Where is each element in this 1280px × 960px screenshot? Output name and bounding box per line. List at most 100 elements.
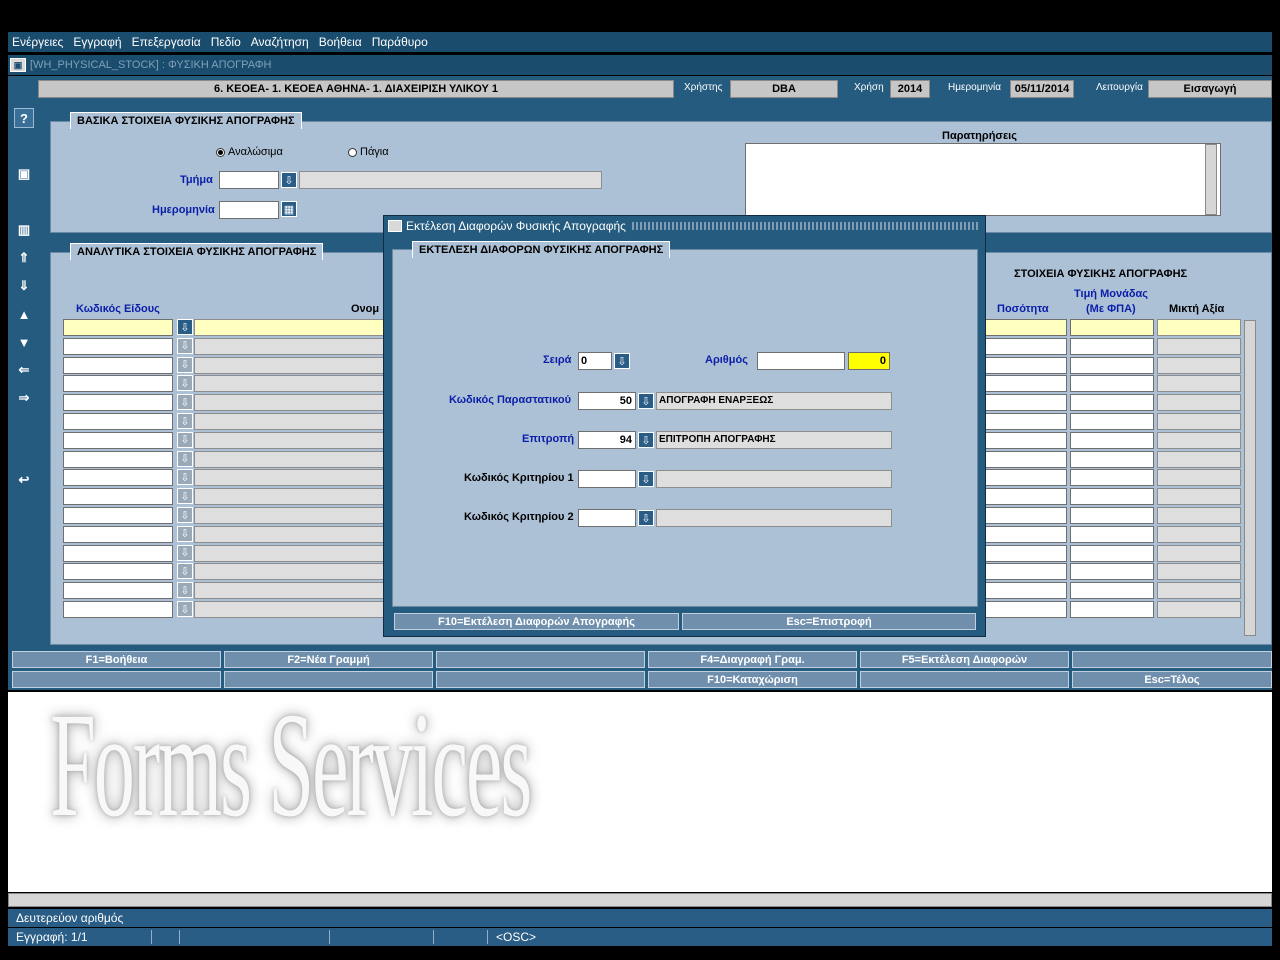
item-code-cell[interactable] [63,507,173,524]
item-lov-icon[interactable]: ⇩ [177,507,193,523]
menu-window[interactable]: Παράθυρο [372,35,428,49]
item-code-cell[interactable] [63,469,173,487]
exit-icon[interactable]: ↩ [14,470,34,490]
item-lov-icon[interactable]: ⇩ [177,488,193,505]
menu-query[interactable]: Αναζήτηση [251,35,309,49]
item-lov-icon[interactable]: ⇩ [177,337,193,354]
help-icon[interactable]: ? [14,108,34,128]
unit-price-cell[interactable] [1070,601,1154,618]
fkey-empty-1[interactable] [436,651,645,668]
date-input[interactable] [219,201,279,219]
item-code-cell[interactable] [63,413,173,430]
department-lov-icon[interactable]: ⇩ [281,172,297,188]
item-lov-icon[interactable]: ⇩ [177,563,193,580]
unit-price-cell[interactable] [1070,469,1154,487]
item-code-cell[interactable] [63,450,173,468]
item-code-cell[interactable] [63,356,173,374]
remarks-textarea[interactable] [745,143,1221,216]
radio-unselected-icon[interactable] [348,147,357,157]
unit-price-cell[interactable] [1070,450,1154,468]
fkey-help[interactable]: F1=Βοήθεια [12,651,221,668]
menu-edit[interactable]: Επεξεργασία [132,35,201,49]
unit-price-cell[interactable] [1070,563,1154,581]
menu-help[interactable]: Βοήθεια [319,35,362,49]
criterion1-lov-icon[interactable]: ⇩ [638,471,654,487]
department-input[interactable] [219,171,279,189]
radio-fixed-assets[interactable]: Πάγια [348,146,389,158]
item-code-cell[interactable] [63,431,173,449]
quantity-cell[interactable] [985,488,1067,506]
quantity-cell[interactable] [985,507,1067,524]
quantity-cell[interactable] [985,544,1067,562]
delete-icon[interactable]: ▥ [14,220,34,240]
item-lov-icon[interactable]: ⇩ [177,582,193,599]
item-code-cell[interactable] [63,394,173,412]
item-lov-icon[interactable]: ⇩ [177,413,193,429]
item-code-cell[interactable] [63,337,173,355]
item-lov-icon[interactable]: ⇩ [177,394,193,411]
next-record-icon[interactable]: ▼ [14,332,34,352]
committee-lov-icon[interactable]: ⇩ [638,432,654,448]
item-code-cell[interactable] [63,544,173,562]
quantity-cell[interactable] [985,582,1067,600]
previous-record-icon[interactable]: ▲ [14,304,34,324]
menu-actions[interactable]: Ενέργειες [12,35,63,49]
quantity-cell[interactable] [985,469,1067,487]
unit-price-cell[interactable] [1070,337,1154,355]
item-code-cell[interactable] [63,319,173,336]
radio-selected-icon[interactable] [216,147,225,157]
item-lov-icon[interactable]: ⇩ [177,469,193,486]
item-code-cell[interactable] [63,375,173,393]
item-lov-icon[interactable]: ⇩ [177,319,193,335]
fkey-empty-6[interactable] [860,671,1069,688]
unit-price-cell[interactable] [1070,431,1154,449]
quantity-cell[interactable] [985,413,1067,430]
unit-price-cell[interactable] [1070,582,1154,600]
document-code-input[interactable]: 50 [578,392,636,410]
menu-field[interactable]: Πεδίο [211,35,241,49]
series-lov-icon[interactable]: ⇩ [614,353,630,369]
document-lov-icon[interactable]: ⇩ [638,393,654,409]
criterion2-lov-icon[interactable]: ⇩ [638,510,654,526]
dialog-return-button[interactable]: Esc=Επιστροφή [682,613,976,630]
next-block-icon[interactable]: ⇒ [14,388,34,408]
quantity-cell[interactable] [985,356,1067,374]
fkey-delete-line[interactable]: F4=Διαγραφή Γραμ. [648,651,857,668]
quantity-cell[interactable] [985,563,1067,581]
item-code-cell[interactable] [63,488,173,506]
fkey-execute-differences[interactable]: F5=Εκτέλεση Διαφορών [860,651,1069,668]
fkey-new-line[interactable]: F2=Νέα Γραμμή [224,651,433,668]
fkey-empty-2[interactable] [1072,651,1272,668]
unit-price-cell[interactable] [1070,413,1154,430]
item-code-cell[interactable] [63,525,173,543]
item-code-cell[interactable] [63,582,173,600]
unit-price-cell[interactable] [1070,319,1154,336]
item-lov-icon[interactable]: ⇩ [177,431,193,448]
item-lov-icon[interactable]: ⇩ [177,450,193,467]
unit-price-cell[interactable] [1070,544,1154,562]
unit-price-cell[interactable] [1070,356,1154,374]
item-lov-icon[interactable]: ⇩ [177,544,193,561]
unit-price-cell[interactable] [1070,394,1154,412]
quantity-cell[interactable] [985,337,1067,355]
item-code-cell[interactable] [63,563,173,581]
item-lov-icon[interactable]: ⇩ [177,375,193,392]
fkey-exit[interactable]: Esc=Τέλος [1072,671,1272,688]
quantity-cell[interactable] [985,431,1067,449]
item-lov-icon[interactable]: ⇩ [177,356,193,373]
number-prefix-input[interactable] [757,352,845,370]
grid-scrollbar[interactable] [1244,320,1256,636]
item-lov-icon[interactable]: ⇩ [177,601,193,617]
radio-consumables[interactable]: Αναλώσιμα [216,146,283,158]
unit-price-cell[interactable] [1070,525,1154,543]
first-record-icon[interactable]: ⇑ [14,248,34,268]
unit-price-cell[interactable] [1070,488,1154,506]
previous-block-icon[interactable]: ⇐ [14,360,34,380]
committee-input[interactable]: 94 [578,431,636,449]
number-input[interactable]: 0 [848,352,890,370]
calendar-icon[interactable]: ▦ [281,201,297,217]
horizontal-scrollbar[interactable] [8,893,1272,907]
quantity-cell[interactable] [985,394,1067,412]
run-differences-button[interactable]: F10=Εκτέλεση Διαφορών Απογραφής [394,613,679,630]
save-icon[interactable]: ▣ [14,164,34,184]
